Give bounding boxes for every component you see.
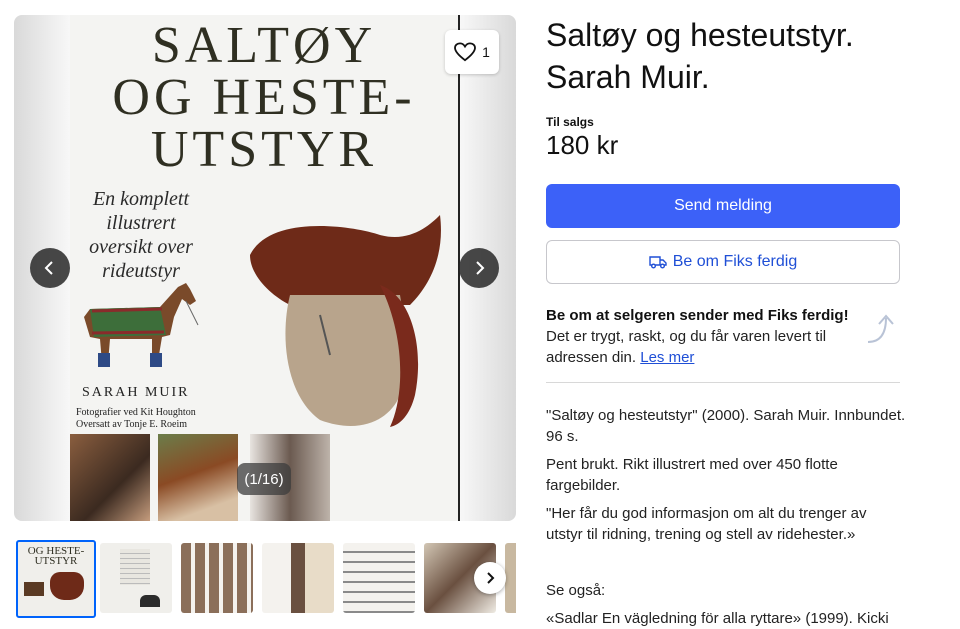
description-paragraph: "Her får du god informasjon om alt du tr… bbox=[546, 505, 867, 543]
cover-author: SARAH MUIR bbox=[82, 385, 190, 400]
chevron-left-icon bbox=[44, 261, 53, 275]
favorite-button[interactable]: 1 bbox=[445, 30, 499, 74]
cover-credits: Fotografier ved Kit Houghton Oversatt av… bbox=[76, 407, 196, 430]
send-message-button[interactable]: Send melding bbox=[546, 184, 900, 228]
thumbnail-5[interactable] bbox=[343, 543, 415, 613]
fiks-ferdig-label: Be om Fiks ferdig bbox=[672, 253, 798, 270]
chevron-right-icon bbox=[487, 572, 495, 584]
listing-title: Saltøy og hesteutstyr. Sarah Muir. bbox=[546, 17, 854, 95]
image-counter: (1/16) bbox=[237, 463, 291, 495]
cover-photo bbox=[70, 434, 150, 521]
description-paragraph: «Sadlar En vägledning för alla ryttare» … bbox=[546, 610, 889, 627]
price: 180 kr bbox=[546, 130, 619, 160]
fiks-ferdig-button[interactable]: Be om Fiks ferdig bbox=[546, 240, 900, 284]
cover-title-line: UTSTYR bbox=[150, 121, 378, 178]
heart-icon bbox=[454, 42, 477, 62]
thumbnail-3[interactable] bbox=[181, 543, 253, 613]
description-paragraph: Se også: bbox=[546, 582, 606, 599]
cover-photo bbox=[158, 434, 238, 521]
previous-image-button[interactable] bbox=[30, 248, 70, 288]
cover-subtitle: En komplett illustrert oversikt over rid… bbox=[76, 187, 206, 283]
cover-subtitle-line: oversikt over bbox=[89, 236, 193, 258]
thumbnail-7[interactable] bbox=[505, 543, 516, 613]
chevron-right-icon bbox=[476, 261, 485, 275]
description-paragraph: "Saltøy og hesteutstyr" (2000). Sarah Mu… bbox=[546, 407, 906, 445]
cover-title-line: SALTØY bbox=[151, 17, 377, 74]
price-label: Til salgs bbox=[546, 115, 594, 129]
favorite-count: 1 bbox=[482, 44, 490, 60]
saddle-illustration bbox=[250, 215, 441, 427]
book-cover-image: SALTØY OG HESTE- UTSTYR En komplett illu… bbox=[70, 15, 460, 521]
thumbnail-strip: OG HESTE- UTSTYR bbox=[14, 540, 516, 618]
curved-arrow-icon bbox=[867, 314, 894, 343]
fiks-info-text: Be om at selgeren sender med Fiks ferdig… bbox=[546, 305, 864, 368]
thumbnail-1[interactable]: OG HESTE- UTSTYR bbox=[16, 540, 96, 618]
cover-subtitle-line: En komplett bbox=[92, 188, 190, 210]
section-divider bbox=[546, 382, 900, 383]
image-gallery[interactable]: SALTØY OG HESTE- UTSTYR En komplett illu… bbox=[14, 15, 516, 521]
description-paragraph: Pent brukt. Rikt illustrert med over 450… bbox=[546, 456, 838, 494]
thumbnail-2[interactable] bbox=[100, 543, 172, 613]
read-more-link[interactable]: Les mer bbox=[640, 349, 694, 366]
next-image-button[interactable] bbox=[459, 248, 499, 288]
delivery-truck-icon bbox=[649, 256, 667, 269]
cover-subtitle-line: illustrert bbox=[106, 212, 176, 234]
thumbnail-4[interactable] bbox=[262, 543, 334, 613]
fiks-info-bold: Be om at selgeren sender med Fiks ferdig… bbox=[546, 307, 849, 324]
cover-title-line: OG HESTE- bbox=[112, 69, 416, 126]
horse-illustration bbox=[84, 283, 199, 367]
thumbnails-next-button[interactable] bbox=[474, 562, 506, 594]
